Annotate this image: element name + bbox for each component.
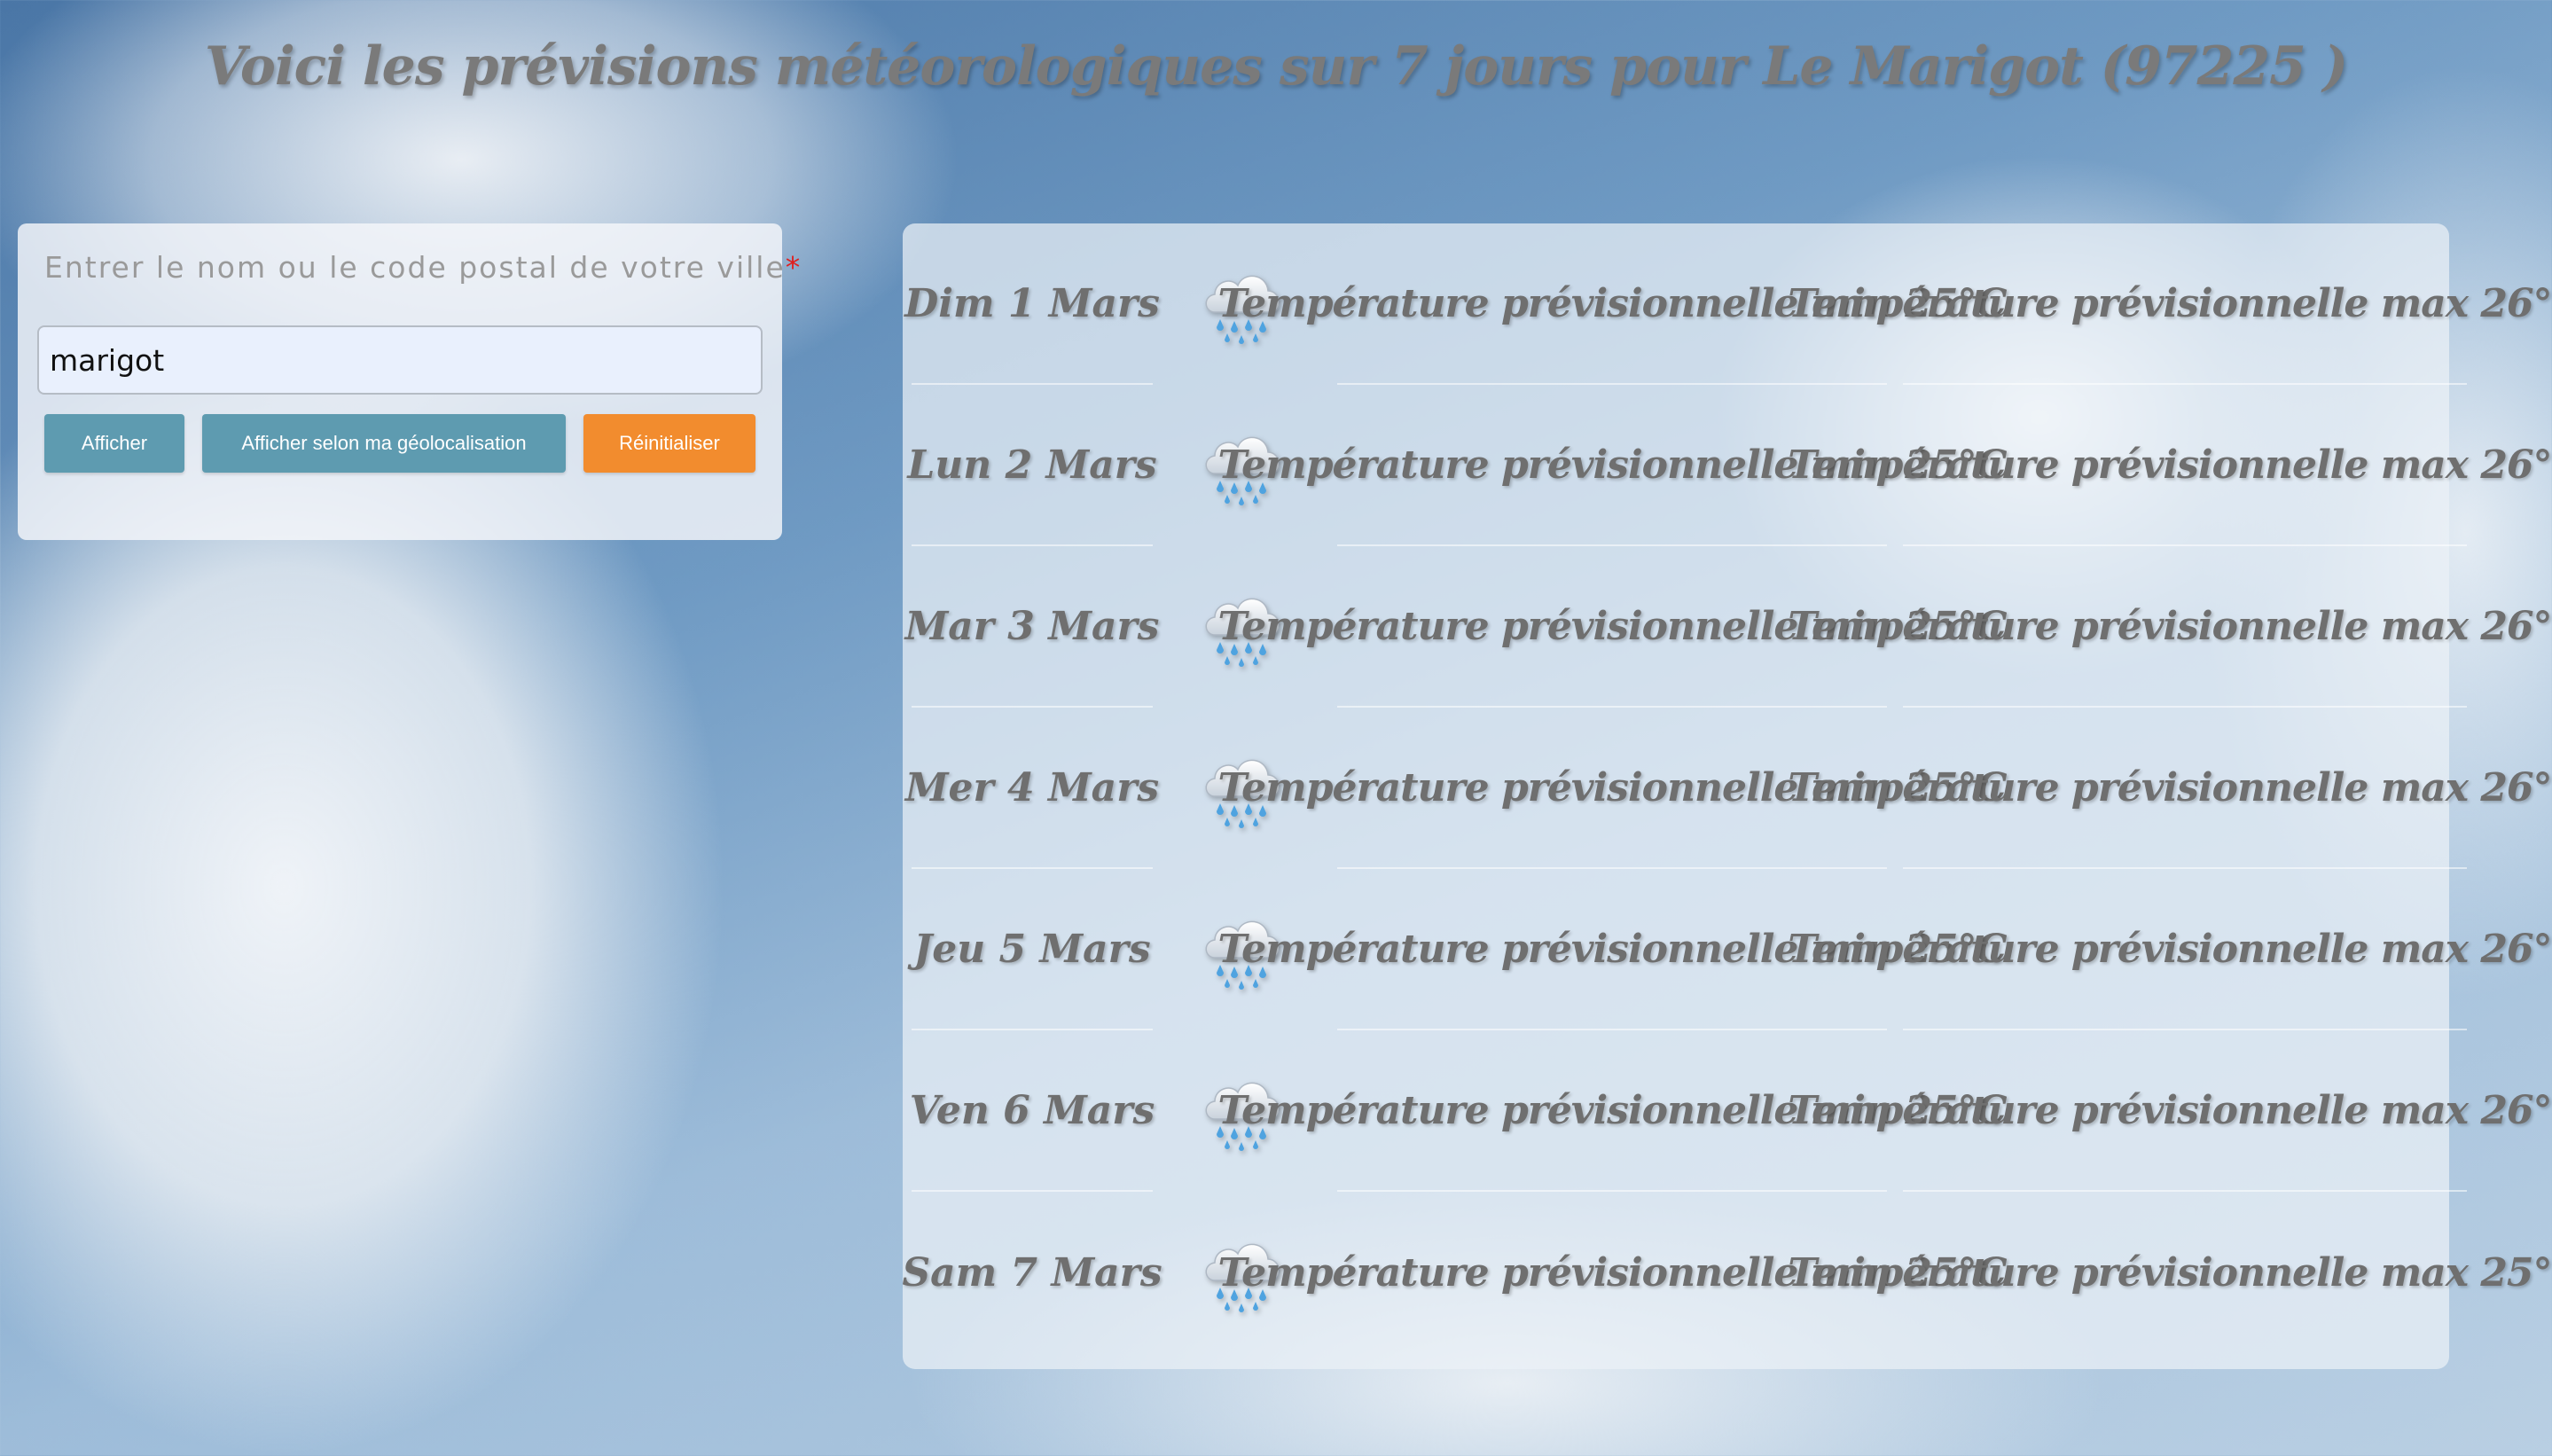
forecast-row: Jeu 5 Mars Température prévisionnelle mi…: [912, 869, 2552, 1030]
required-mark: *: [785, 250, 802, 285]
forecast-max-temp: Température prévisionnelle max 26°C: [1788, 223, 2552, 385]
forecast-row: Dim 1 Mars Température prévisionnelle mi…: [904, 223, 2552, 385]
forecast-day: Mer 4 Mars: [905, 708, 1159, 869]
forecast-max-temp: Température prévisionnelle max 26°C: [1788, 546, 2552, 708]
forecast-day: Mar 3 Mars: [905, 546, 1159, 708]
forecast-row: Mar 3 Mars Température prévisionnelle mi…: [905, 546, 2552, 708]
forecast-max-temp: Température prévisionnelle max 26°C: [1788, 869, 2552, 1030]
forecast-row: Lun 2 Mars Température prévisionnelle mi…: [907, 385, 2552, 546]
forecast-day: Lun 2 Mars: [907, 385, 1157, 546]
forecast-max-temp: Température prévisionnelle max 26°C: [1788, 385, 2552, 546]
page-title: Voici les prévisions météorologiques sur…: [204, 35, 2348, 98]
city-search-input[interactable]: [37, 325, 763, 395]
show-button[interactable]: Afficher: [44, 414, 184, 473]
geolocation-button[interactable]: Afficher selon ma géolocalisation: [202, 414, 566, 473]
forecast-row: Ven 6 Mars Température prévisionnelle mi…: [910, 1030, 2552, 1192]
forecast-day: Sam 7 Mars: [902, 1249, 1162, 1296]
forecast-max-temp: Température prévisionnelle max 25°C: [1788, 1249, 2552, 1296]
forecast-row: Mer 4 Mars Température prévisionnelle mi…: [905, 708, 2552, 869]
forecast-day: Ven 6 Mars: [910, 1030, 1155, 1192]
search-panel: Entrer le nom ou le code postal de votre…: [18, 223, 800, 540]
forecast-max-temp: Température prévisionnelle max 26°C: [1788, 708, 2552, 869]
forecast-max-temp: Température prévisionnelle max 26°C: [1788, 1030, 2552, 1192]
forecast-panel: Dim 1 Mars Température prévisionnelle mi…: [902, 223, 2552, 1369]
reset-button[interactable]: Réinitialiser: [583, 414, 755, 473]
forecast-row: Sam 7 Mars Température prévisionnelle mi…: [902, 1192, 2552, 1353]
forecast-day: Jeu 5 Mars: [912, 869, 1153, 1030]
forecast-day: Dim 1 Mars: [904, 223, 1160, 385]
search-label: Entrer le nom ou le code postal de votre…: [44, 250, 802, 285]
